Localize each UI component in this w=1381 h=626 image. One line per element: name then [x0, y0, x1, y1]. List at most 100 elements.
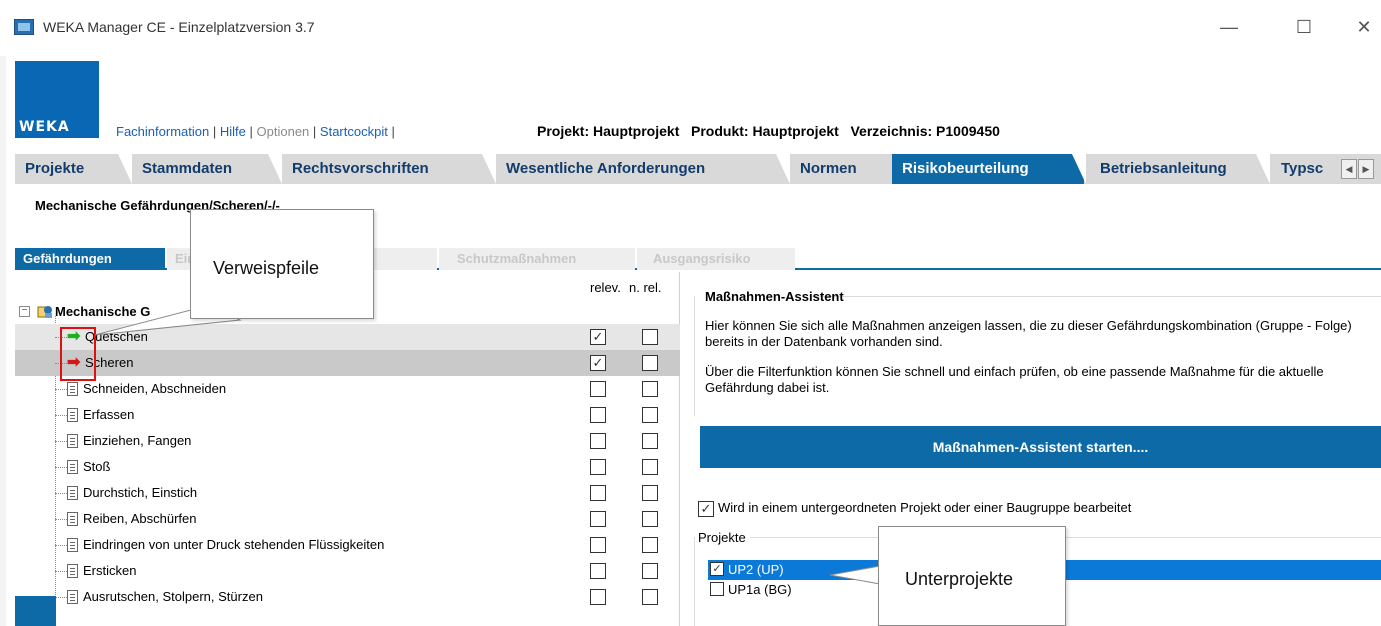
subproject-checkbox-row[interactable]: ✓ Wird in einem untergeordneten Projekt o… [698, 500, 1131, 517]
tab-gefaehrdungen[interactable]: Gefährdungen [15, 248, 165, 270]
document-icon [67, 460, 78, 474]
tab-normen[interactable]: Normen [790, 154, 890, 184]
close-button[interactable]: ✕ [1351, 14, 1377, 40]
link-optionen: Optionen [256, 124, 310, 139]
document-icon [67, 590, 78, 604]
relevant-checkbox[interactable] [590, 381, 606, 397]
tree-item[interactable]: Stoß [15, 454, 680, 480]
tree-branch-line [55, 493, 67, 494]
tree-item-label: Stoß [83, 459, 111, 474]
tab-risikobeurteilung[interactable]: Risikobeurteilung [892, 154, 1084, 184]
not-relevant-checkbox[interactable] [642, 563, 658, 579]
tree-item[interactable]: Ersticken [15, 558, 680, 584]
relevant-checkbox[interactable] [590, 589, 606, 605]
link-separator: | [212, 124, 217, 139]
tree-root-label[interactable]: Mechanische G [55, 304, 150, 324]
link-separator: | [312, 124, 317, 139]
tree-item[interactable]: Durchstich, Einstich [15, 480, 680, 506]
document-icon [67, 512, 78, 526]
tab-divider [268, 154, 282, 184]
tab-schutzmassnahmen: Schutzmaßnahmen [439, 248, 635, 270]
not-relevant-checkbox[interactable] [642, 589, 658, 605]
document-icon [67, 434, 78, 448]
projects-label: Projekte [698, 530, 746, 545]
tree-branch-line [55, 389, 67, 390]
not-relevant-checkbox[interactable] [642, 407, 658, 423]
relevant-checkbox[interactable] [590, 511, 606, 527]
relevant-checkbox[interactable] [590, 485, 606, 501]
tree-branch-line [55, 519, 67, 520]
project-checkbox[interactable]: ✓ [710, 562, 724, 576]
tab-divider [1072, 154, 1086, 184]
relevant-checkbox[interactable]: ✓ [590, 355, 606, 371]
project-label: UP2 (UP) [728, 562, 784, 577]
link-separator: | [249, 124, 253, 139]
relevant-checkbox[interactable] [590, 563, 606, 579]
link-startcockpit[interactable]: Startcockpit [320, 124, 388, 139]
collapse-icon[interactable]: − [19, 306, 30, 317]
arrow-highlight-box [60, 327, 96, 381]
tab-typschild[interactable]: Typsc [1271, 154, 1341, 184]
minimize-button[interactable]: — [1216, 14, 1242, 40]
tree-item[interactable]: ➡ Scheren ✓ [15, 350, 680, 376]
project-label: UP1a (BG) [728, 582, 792, 597]
not-relevant-checkbox[interactable] [642, 459, 658, 475]
category-icon [37, 306, 52, 318]
link-fachinformation[interactable]: Fachinformation [116, 124, 209, 139]
tree-item[interactable]: Ausrutschen, Stolpern, Stürzen [15, 584, 680, 610]
assistant-title: Maßnahmen-Assistent [705, 289, 844, 304]
not-relevant-checkbox[interactable] [642, 381, 658, 397]
title-bar: WEKA Manager CE - Einzelplatzversion 3.7… [0, 0, 1381, 56]
tab-stammdaten[interactable]: Stammdaten [132, 154, 280, 184]
subproject-checkbox-label: Wird in einem untergeordneten Projekt od… [718, 500, 1132, 515]
relevant-checkbox[interactable] [590, 433, 606, 449]
app-icon [14, 19, 34, 35]
assistant-text-2: Über die Filterfunktion können Sie schne… [705, 364, 1324, 395]
tab-wesentliche-anforderungen[interactable]: Wesentliche Anforderungen [496, 154, 788, 184]
tree-item[interactable]: Einziehen, Fangen [15, 428, 680, 454]
not-relevant-checkbox[interactable] [642, 485, 658, 501]
tree-branch-line [55, 597, 67, 598]
tab-scroll-left-icon[interactable]: ◀ [1341, 159, 1357, 179]
link-hilfe[interactable]: Hilfe [220, 124, 246, 139]
tab-scroll-right-icon[interactable]: ▶ [1358, 159, 1374, 179]
tree-item-label: Eindringen von unter Druck stehenden Flü… [83, 537, 385, 552]
not-relevant-checkbox[interactable] [642, 433, 658, 449]
relevant-checkbox[interactable] [590, 407, 606, 423]
callout-verweispfeile-text: Verweispfeile [213, 258, 320, 278]
tree-item[interactable]: Schneiden, Abschneiden [15, 376, 680, 402]
not-relevant-checkbox[interactable] [642, 329, 658, 345]
link-separator: | [391, 124, 395, 139]
assistant-description: Hier können Sie sich alle Maßnahmen anze… [705, 318, 1381, 396]
callout-verweispfeile: Verweispfeile [190, 209, 374, 319]
tree-item-label: Reiben, Abschürfen [83, 511, 197, 526]
tree-item[interactable]: Eindringen von unter Druck stehenden Flü… [15, 532, 680, 558]
document-icon [67, 408, 78, 422]
hazard-tree-panel: relev. n. rel. − Mechanische G ➡ Quetsche… [15, 272, 680, 626]
relevant-checkbox[interactable] [590, 537, 606, 553]
tree-item[interactable]: Reiben, Abschürfen [15, 506, 680, 532]
tab-betriebsanleitung[interactable]: Betriebsanleitung [1090, 154, 1268, 184]
tab-divider [482, 154, 496, 184]
not-relevant-checkbox[interactable] [642, 537, 658, 553]
window-title: WEKA Manager CE - Einzelplatzversion 3.7 [43, 19, 315, 35]
main-tab-bar: Projekte Stammdaten Rechtsvorschriften W… [15, 154, 1381, 184]
tab-rechtsvorschriften[interactable]: Rechtsvorschriften [282, 154, 494, 184]
project-checkbox[interactable] [710, 582, 724, 596]
maximize-button[interactable]: ☐ [1291, 14, 1317, 40]
tree-item[interactable]: ➡ Quetschen ✓ [15, 324, 680, 350]
start-assistant-button[interactable]: Maßnahmen-Assistent starten.... [700, 426, 1381, 468]
document-icon [67, 486, 78, 500]
tree-item-label: Schneiden, Abschneiden [83, 381, 227, 396]
logo-text: WEKA [19, 119, 70, 135]
relevant-checkbox[interactable] [590, 459, 606, 475]
tree-item-label: Einziehen, Fangen [83, 433, 192, 448]
document-icon [67, 538, 78, 552]
sidebar-accent [15, 596, 56, 626]
subproject-checkbox[interactable]: ✓ [698, 500, 714, 517]
tab-projekte[interactable]: Projekte [15, 154, 130, 184]
not-relevant-checkbox[interactable] [642, 355, 658, 371]
tree-item[interactable]: Erfassen [15, 402, 680, 428]
not-relevant-checkbox[interactable] [642, 511, 658, 527]
relevant-checkbox[interactable]: ✓ [590, 329, 606, 345]
